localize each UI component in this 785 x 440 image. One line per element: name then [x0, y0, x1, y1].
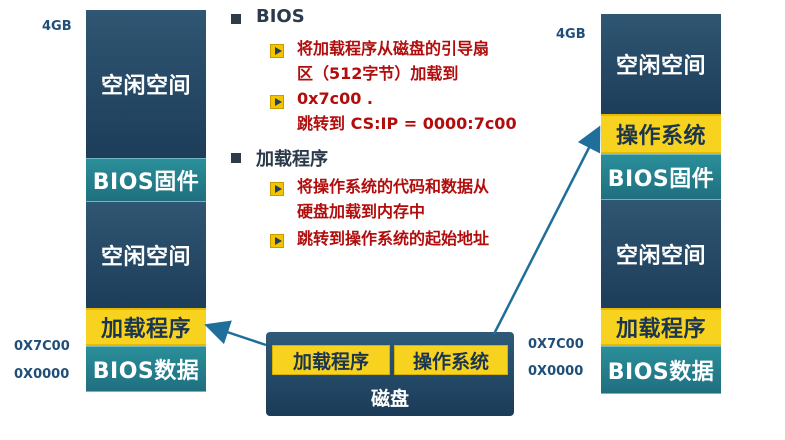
- arrows-layer: [204, 125, 601, 347]
- arrow-disk-to-loader: [204, 320, 267, 347]
- arrow-disk-to-os: [492, 125, 601, 335]
